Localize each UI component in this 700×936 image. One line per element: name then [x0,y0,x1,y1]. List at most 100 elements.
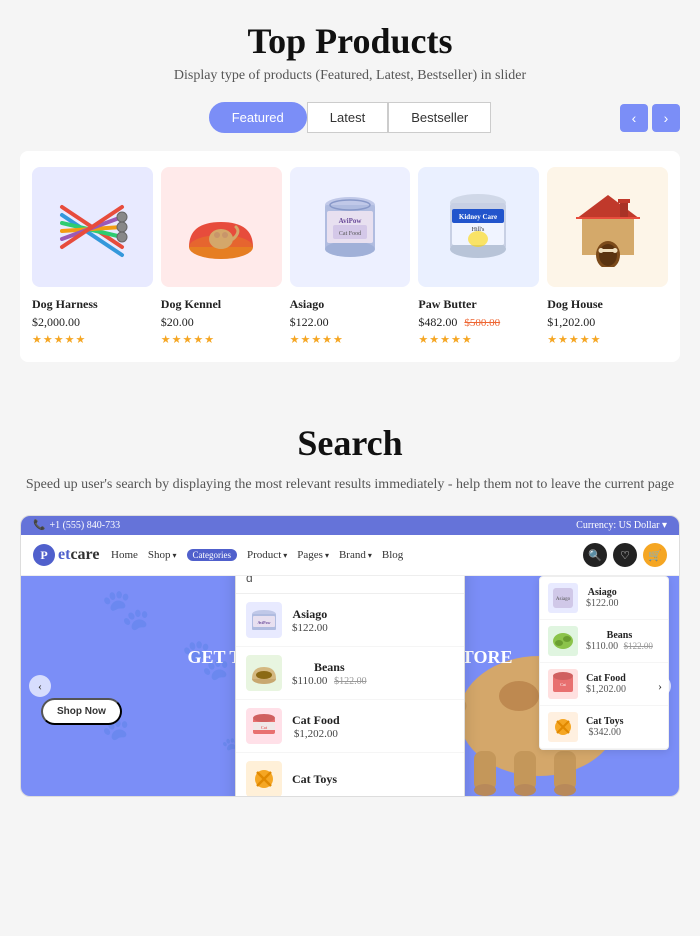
tab-featured[interactable]: Featured [209,102,307,133]
kennel-image [181,187,261,267]
nav-link-home[interactable]: Home [111,549,138,561]
product-stars: ★★★★★ [547,333,668,346]
product-image-wrap: Kidney Care Hill's [418,167,539,287]
top-products-subtitle: Display type of products (Featured, Late… [20,68,680,84]
store-phone: 📞 +1 (555) 840-733 [33,520,120,531]
nav-link-brand[interactable]: Brand [339,549,372,561]
nav-links: Home Shop Categories Product Pages Brand… [111,549,575,561]
dropdown-result-name: Beans [292,660,367,675]
dropdown-search-input[interactable] [236,576,464,594]
product-price: $2,000.00 [32,315,153,330]
dropdown-result-image: Cat [246,708,282,744]
sidebar-result-item: Cat Toys $342.00 [540,706,668,749]
nav-icons: 🔍 ♡ 🛒 [583,543,667,567]
asiago-image: AviPow Cat Food [315,187,385,267]
nav-link-pages[interactable]: Pages [297,549,329,561]
product-stars: ★★★★★ [161,333,282,346]
slider-nav-arrows: ‹ › [620,104,680,132]
product-image-wrap [547,167,668,287]
result-name: Cat Toys [586,716,624,727]
product-price: $122.00 [290,315,411,330]
dropdown-result-price: $110.00 $122.00 [292,675,367,687]
dropdown-result-item: AviPow Asiago $122.00 [236,594,464,647]
tab-latest[interactable]: Latest [307,102,388,133]
hero-next-button[interactable]: › [649,675,671,697]
search-results-panel: Asiago Asiago $122.00 [539,576,669,750]
product-price: $1,202.00 [547,315,668,330]
result-name: Cat Food [586,673,626,684]
dropdown-catfood-img: Cat [248,710,280,742]
paw-butter-image: Kidney Care Hill's [441,187,516,267]
result-price: $1,202.00 [586,684,626,695]
nav-link-blog[interactable]: Blog [382,549,403,561]
product-card: Dog Harness $2,000.00 ★★★★★ [32,167,153,346]
search-section: Search Speed up user's search by display… [0,392,700,797]
product-card: Dog House $1,202.00 ★★★★★ [547,167,668,346]
search-icon-btn[interactable]: 🔍 [583,543,607,567]
dropdown-result-info: Cat Food $1,202.00 [292,713,340,740]
svg-text:AviPow: AviPow [339,217,363,225]
hero-shop-button[interactable]: Shop Now [41,698,122,725]
result-price: $122.00 [586,598,619,609]
result-info: Beans $110.00 $122.00 [586,630,653,652]
sidebar-result-item: Beans $110.00 $122.00 [540,620,668,663]
dropdown-result-price: $122.00 [292,622,328,634]
dropdown-result-info: Cat Toys [292,772,337,787]
result-image [548,626,578,656]
dropdown-result-image [246,655,282,691]
result-info: Cat Food $1,202.00 [586,673,626,695]
product-stars: ★★★★★ [32,333,153,346]
tab-bestseller[interactable]: Bestseller [388,102,491,133]
product-stars: ★★★★★ [290,333,411,346]
svg-text:Asiago: Asiago [556,597,571,602]
result-price: $342.00 [586,727,624,738]
dropdown-result-image [246,761,282,796]
dropdown-search-panel: AviPow Asiago $122.00 [235,576,465,796]
product-tabs: Featured Latest Bestseller ‹ › [20,102,680,133]
sidebar-result-item: Asiago Asiago $122.00 [540,577,668,620]
slider-next-button[interactable]: › [652,104,680,132]
dropdown-asiago-img: AviPow [248,604,280,636]
store-hero: 🐾 🐾 🐾 🐾 GET THE BEST PET SUPPLIES STORE … [21,576,679,796]
dropdown-cattoys-img [248,763,280,795]
top-products-section: Top Products Display type of products (F… [0,0,700,392]
svg-text:Cat Food: Cat Food [339,231,361,237]
product-stars: ★★★★★ [418,333,539,346]
product-image-wrap [161,167,282,287]
search-subtitle: Speed up user's search by displaying the… [20,474,680,495]
currency-label: Currency: US Dollar ▾ [576,520,667,531]
phone-icon: 📞 [33,520,45,531]
result-image [548,712,578,742]
result-name: Beans [586,630,653,641]
cart-icon-btn[interactable]: 🛒 [643,543,667,567]
store-preview: 📞 +1 (555) 840-733 Currency: US Dollar ▾… [20,515,680,797]
nav-link-shop[interactable]: Shop [148,549,177,561]
result-image: Asiago [548,583,578,613]
result-info: Asiago $122.00 [586,587,619,609]
phone-number: +1 (555) 840-733 [49,520,120,531]
logo-text: etcare [58,546,99,564]
slider-prev-button[interactable]: ‹ [620,104,648,132]
hero-prev-button[interactable]: ‹ [29,675,51,697]
svg-text:Cat: Cat [261,725,268,730]
dropdown-result-item: Cat Cat Food $1,202.00 [236,700,464,753]
product-image-wrap: AviPow Cat Food [290,167,411,287]
wishlist-icon-btn[interactable]: ♡ [613,543,637,567]
dropdown-result-item: Cat Toys [236,753,464,796]
nav-link-categories[interactable]: Categories [187,549,238,561]
svg-text:Kidney Care: Kidney Care [459,213,497,221]
product-name: Dog Kennel [161,297,282,312]
svg-text:Cat: Cat [560,682,566,687]
result-beans-img [549,627,577,655]
nav-link-product[interactable]: Product [247,549,287,561]
result-info: Cat Toys $342.00 [586,716,624,738]
product-name: Dog House [547,297,668,312]
dropdown-result-name: Asiago [292,607,328,622]
store-topbar: 📞 +1 (555) 840-733 Currency: US Dollar ▾ [21,516,679,535]
product-price: $20.00 [161,315,282,330]
dropdown-result-item: Beans $110.00 $122.00 [236,647,464,700]
store-logo: P etcare [33,544,103,566]
top-products-title: Top Products [20,20,680,62]
result-image: Cat [548,669,578,699]
svg-text:AviPow: AviPow [257,620,270,625]
